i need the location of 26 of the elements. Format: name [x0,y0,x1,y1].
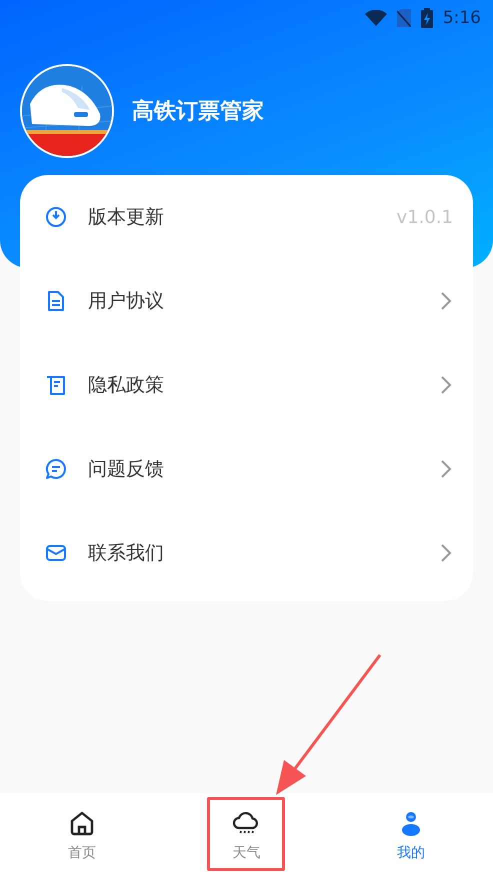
chevron-right-icon [439,290,453,312]
battery-charging-icon [420,8,433,28]
menu-label: 隐私政策 [88,373,165,398]
version-text: v1.0.1 [396,206,453,228]
menu-item[interactable]: 用户协议 [20,259,473,343]
menu-item[interactable]: 问题反馈 [20,427,473,511]
nav-tab[interactable]: 我的 [328,793,493,876]
menu-item[interactable]: 隐私政策 [20,343,473,427]
wifi-icon [364,10,387,26]
chevron-right-icon [439,458,453,480]
status-time: 5:16 [442,8,481,28]
download-clock-icon [44,205,68,229]
menu-label: 问题反馈 [88,457,165,482]
chevron-right-icon [439,374,453,396]
nav-tab[interactable]: 天气 [164,793,329,876]
chevron-right-icon [439,542,453,564]
menu-label: 版本更新 [88,205,165,230]
menu-item[interactable]: 联系我们 [20,511,473,595]
menu-item[interactable]: 版本更新 v1.0.1 [20,175,473,259]
chat-bubble-icon [44,457,68,481]
scroll-icon [44,373,68,397]
menu-label: 用户协议 [88,289,165,314]
nav-tab[interactable]: 首页 [0,793,164,876]
menu-label: 联系我们 [88,541,165,566]
no-sim-icon [396,9,411,27]
app-name: 高铁订票管家 [132,98,264,126]
